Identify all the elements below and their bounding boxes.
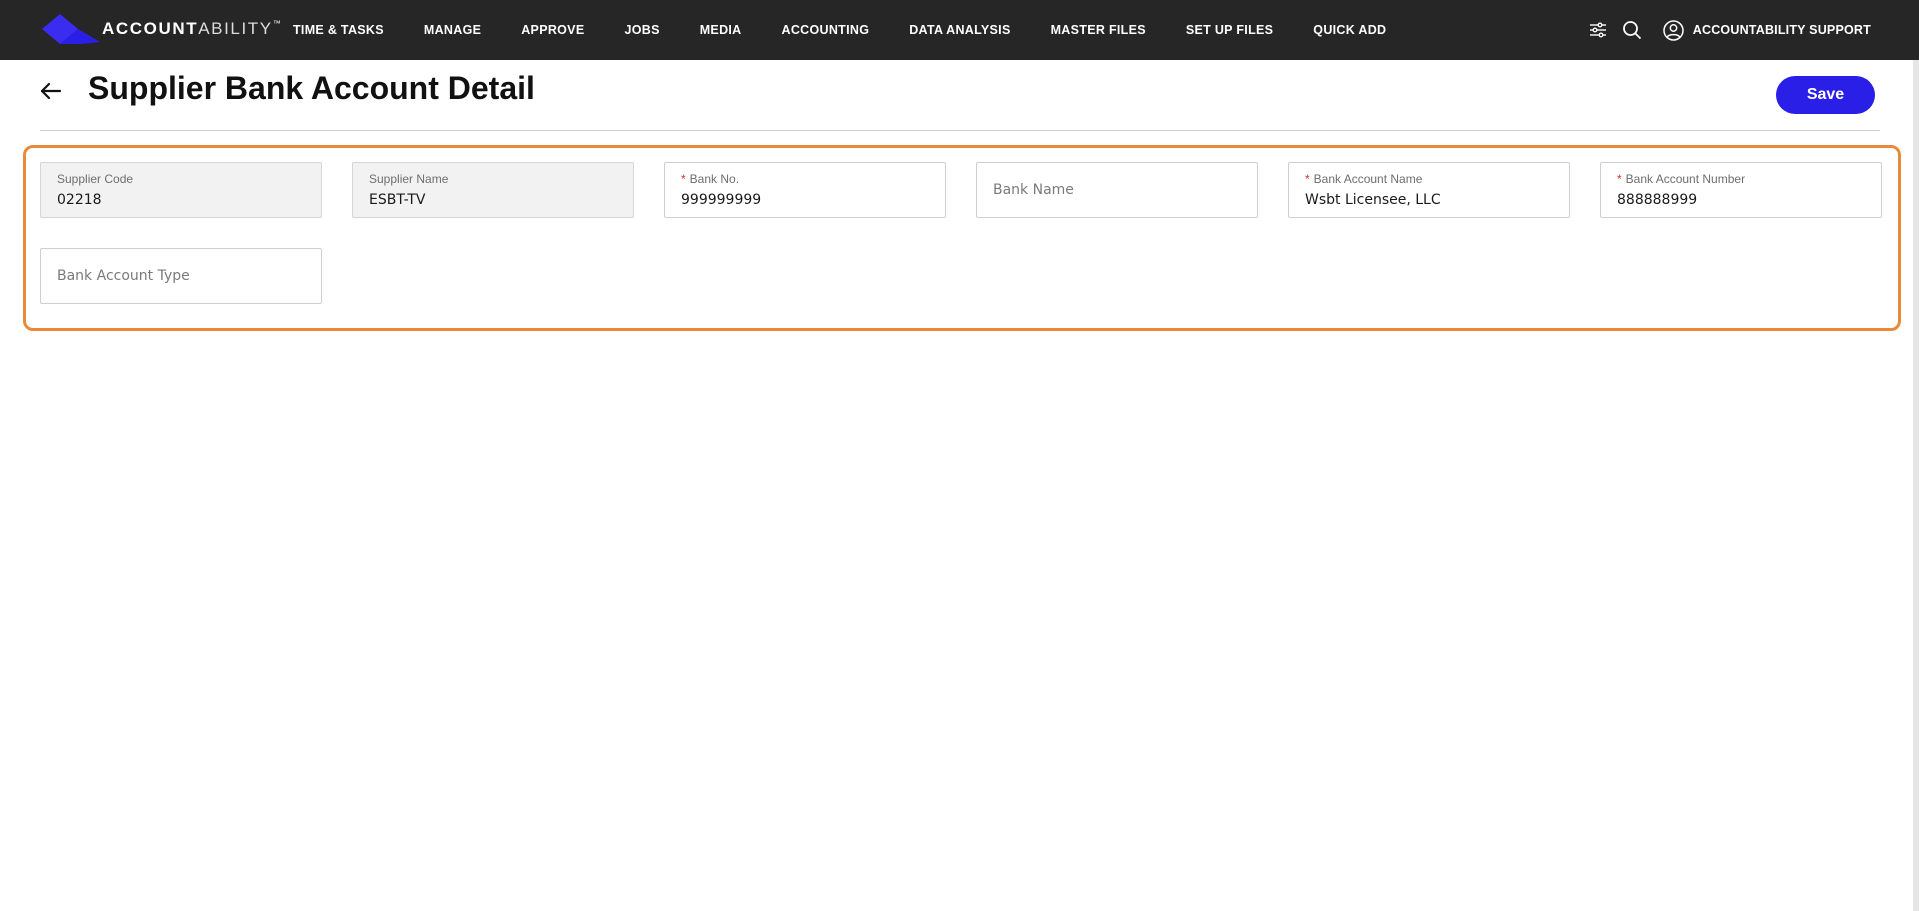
main-nav: TIME & TASKS MANAGE APPROVE JOBS MEDIA A…	[293, 0, 1426, 60]
arrow-left-icon[interactable]	[38, 78, 64, 104]
supplier-name-label: Supplier Name	[369, 172, 449, 186]
bank-account-type-placeholder: Bank Account Type	[57, 268, 190, 284]
page-scrollbar[interactable]	[1913, 60, 1919, 911]
nav-item-accounting[interactable]: ACCOUNTING	[782, 23, 870, 37]
nav-item-time-tasks[interactable]: TIME & TASKS	[293, 23, 384, 37]
page-title: Supplier Bank Account Detail	[88, 70, 535, 106]
supplier-code-value: 02218	[57, 192, 102, 208]
logo-mark-icon	[42, 14, 100, 44]
bank-account-number-field[interactable]: * Bank Account Number 888888999	[1600, 162, 1882, 218]
user-name: ACCOUNTABILITY SUPPORT	[1692, 23, 1871, 37]
bank-no-label-text: Bank No.	[689, 172, 740, 186]
nav-item-approve[interactable]: APPROVE	[521, 23, 584, 37]
header-divider	[40, 130, 1880, 131]
bank-account-number-label: * Bank Account Number	[1617, 172, 1745, 186]
supplier-code-field: Supplier Code 02218	[40, 162, 322, 218]
nav-item-manage[interactable]: MANAGE	[424, 23, 481, 37]
logo-text-light: ABILITY	[198, 19, 273, 38]
bank-account-name-label: * Bank Account Name	[1305, 172, 1422, 186]
top-navigation-bar: ACCOUNTABILITY™ TIME & TASKS MANAGE APPR…	[0, 0, 1919, 60]
required-marker: *	[681, 172, 686, 186]
nav-item-quick-add[interactable]: QUICK ADD	[1313, 23, 1386, 37]
bank-name-field[interactable]: Bank Name	[976, 162, 1258, 218]
logo-text: ACCOUNTABILITY™	[102, 19, 281, 39]
user-menu[interactable]: ACCOUNTABILITY SUPPORT	[1663, 19, 1871, 41]
nav-item-set-up-files[interactable]: SET UP FILES	[1186, 23, 1273, 37]
bank-name-placeholder: Bank Name	[993, 182, 1074, 198]
accountability-logo[interactable]: ACCOUNTABILITY™	[42, 14, 281, 44]
bank-no-field[interactable]: * Bank No. 999999999	[664, 162, 946, 218]
bank-account-name-label-text: Bank Account Name	[1313, 172, 1423, 186]
nav-item-data-analysis[interactable]: DATA ANALYSIS	[909, 23, 1010, 37]
required-marker: *	[1617, 172, 1622, 186]
required-marker: *	[1305, 172, 1310, 186]
user-circle-icon	[1663, 19, 1684, 41]
logo-text-bold: ACCOUNT	[102, 19, 199, 38]
logo-trademark: ™	[272, 19, 281, 28]
bank-no-label: * Bank No.	[681, 172, 739, 186]
supplier-code-label: Supplier Code	[57, 172, 134, 186]
supplier-name-value: ESBT-TV	[369, 192, 426, 208]
nav-item-master-files[interactable]: MASTER FILES	[1051, 23, 1146, 37]
bank-account-type-field[interactable]: Bank Account Type	[40, 248, 322, 304]
supplier-name-field: Supplier Name ESBT-TV	[352, 162, 634, 218]
bank-account-number-value: 888888999	[1617, 192, 1698, 208]
save-button[interactable]: Save	[1776, 76, 1875, 114]
sliders-icon[interactable]	[1587, 19, 1609, 41]
bank-no-value: 999999999	[681, 192, 762, 208]
nav-item-jobs[interactable]: JOBS	[624, 23, 659, 37]
search-icon[interactable]	[1621, 19, 1643, 41]
bank-account-form: Supplier Code 02218 Supplier Name ESBT-T…	[23, 145, 1901, 331]
bank-account-number-label-text: Bank Account Number	[1625, 172, 1746, 186]
top-right-actions: ACCOUNTABILITY SUPPORT	[1575, 0, 1871, 60]
bank-account-name-value: Wsbt Licensee, LLC	[1305, 192, 1441, 208]
nav-item-media[interactable]: MEDIA	[700, 23, 742, 37]
bank-account-name-field[interactable]: * Bank Account Name Wsbt Licensee, LLC	[1288, 162, 1570, 218]
